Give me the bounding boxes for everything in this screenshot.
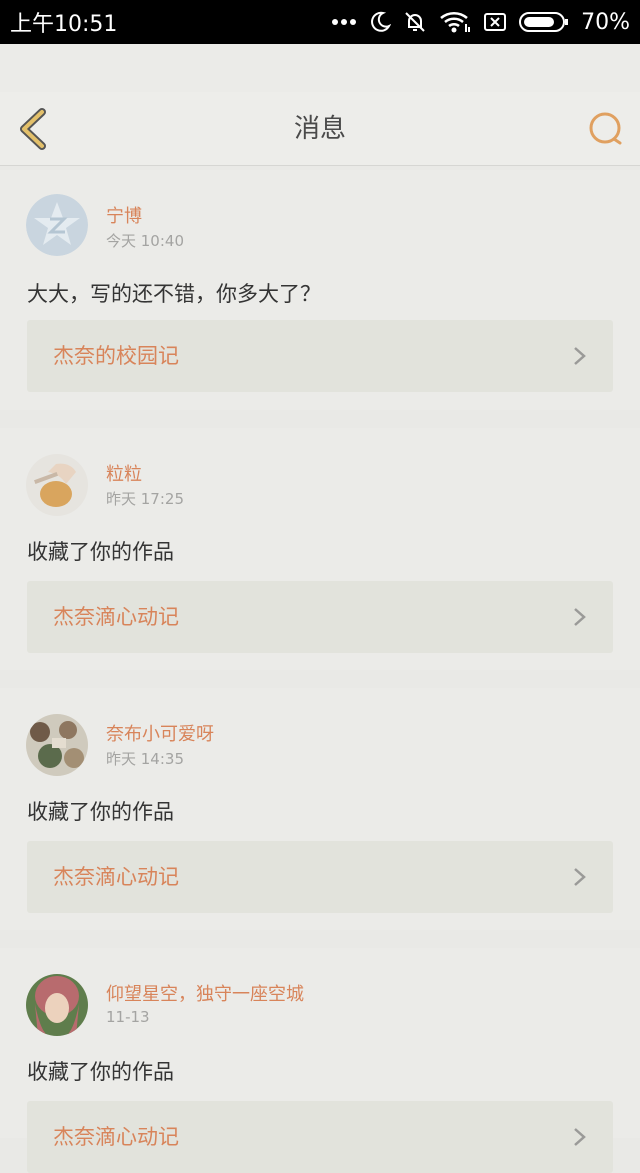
top-spacer: [0, 44, 640, 92]
message-time: 昨天 17:25: [106, 490, 184, 508]
message-card[interactable]: 奈布小可爱呀 昨天 14:35 收藏了你的作品 杰奈滴心动记: [0, 688, 640, 930]
wifi-icon: [439, 10, 471, 34]
sender-name[interactable]: 粒粒: [106, 460, 142, 486]
avatar[interactable]: [26, 194, 88, 256]
app-header: 消息: [0, 92, 640, 166]
no-sim-icon: [483, 11, 507, 33]
avatar[interactable]: [26, 454, 88, 516]
avatar[interactable]: [26, 714, 88, 776]
message-text: 收藏了你的作品: [27, 800, 174, 824]
search-button[interactable]: [586, 109, 626, 149]
more-dots-icon: [331, 18, 357, 26]
sender-name[interactable]: 奈布小可爱呀: [106, 720, 214, 746]
message-card[interactable]: 粒粒 昨天 17:25 收藏了你的作品 杰奈滴心动记: [0, 428, 640, 670]
work-title: 杰奈滴心动记: [53, 605, 179, 629]
message-card[interactable]: 宁博 今天 10:40 大大，写的还不错，你多大了？ 杰奈的校园记: [0, 170, 640, 410]
status-icons: 70%: [331, 10, 630, 35]
message-time: 今天 10:40: [106, 232, 184, 250]
chevron-right-icon: [573, 607, 587, 627]
search-icon: [586, 112, 626, 153]
status-time: 上午10:51: [10, 12, 118, 37]
chevron-right-icon: [573, 1127, 587, 1147]
work-title: 杰奈滴心动记: [53, 1125, 179, 1149]
message-text: 收藏了你的作品: [27, 540, 174, 564]
message-text: 收藏了你的作品: [27, 1060, 174, 1084]
work-title: 杰奈滴心动记: [53, 865, 179, 889]
avatar[interactable]: [26, 974, 88, 1036]
status-bar: 上午10:51 70%: [0, 0, 640, 44]
work-title: 杰奈的校园记: [53, 344, 179, 368]
message-time: 11-13: [106, 1008, 150, 1026]
sender-name[interactable]: 宁博: [106, 202, 142, 228]
message-time: 昨天 14:35: [106, 750, 184, 768]
page-title: 消息: [293, 114, 346, 144]
work-link[interactable]: 杰奈滴心动记: [27, 841, 613, 913]
moon-icon: [369, 11, 392, 33]
message-text: 大大，写的还不错，你多大了？: [27, 282, 321, 306]
message-card[interactable]: 仰望星空，独守一座空城 11-13 收藏了你的作品 杰奈滴心动记: [0, 948, 640, 1173]
work-link[interactable]: 杰奈的校园记: [27, 320, 613, 392]
work-link[interactable]: 杰奈滴心动记: [27, 581, 613, 653]
bell-muted-icon: [403, 10, 427, 34]
work-link[interactable]: 杰奈滴心动记: [27, 1101, 613, 1173]
chevron-right-icon: [573, 867, 587, 887]
chevron-right-icon: [573, 346, 587, 366]
sender-name[interactable]: 仰望星空，独守一座空城: [106, 980, 304, 1006]
battery-icon: [519, 11, 569, 33]
battery-percent: 70%: [581, 9, 630, 35]
